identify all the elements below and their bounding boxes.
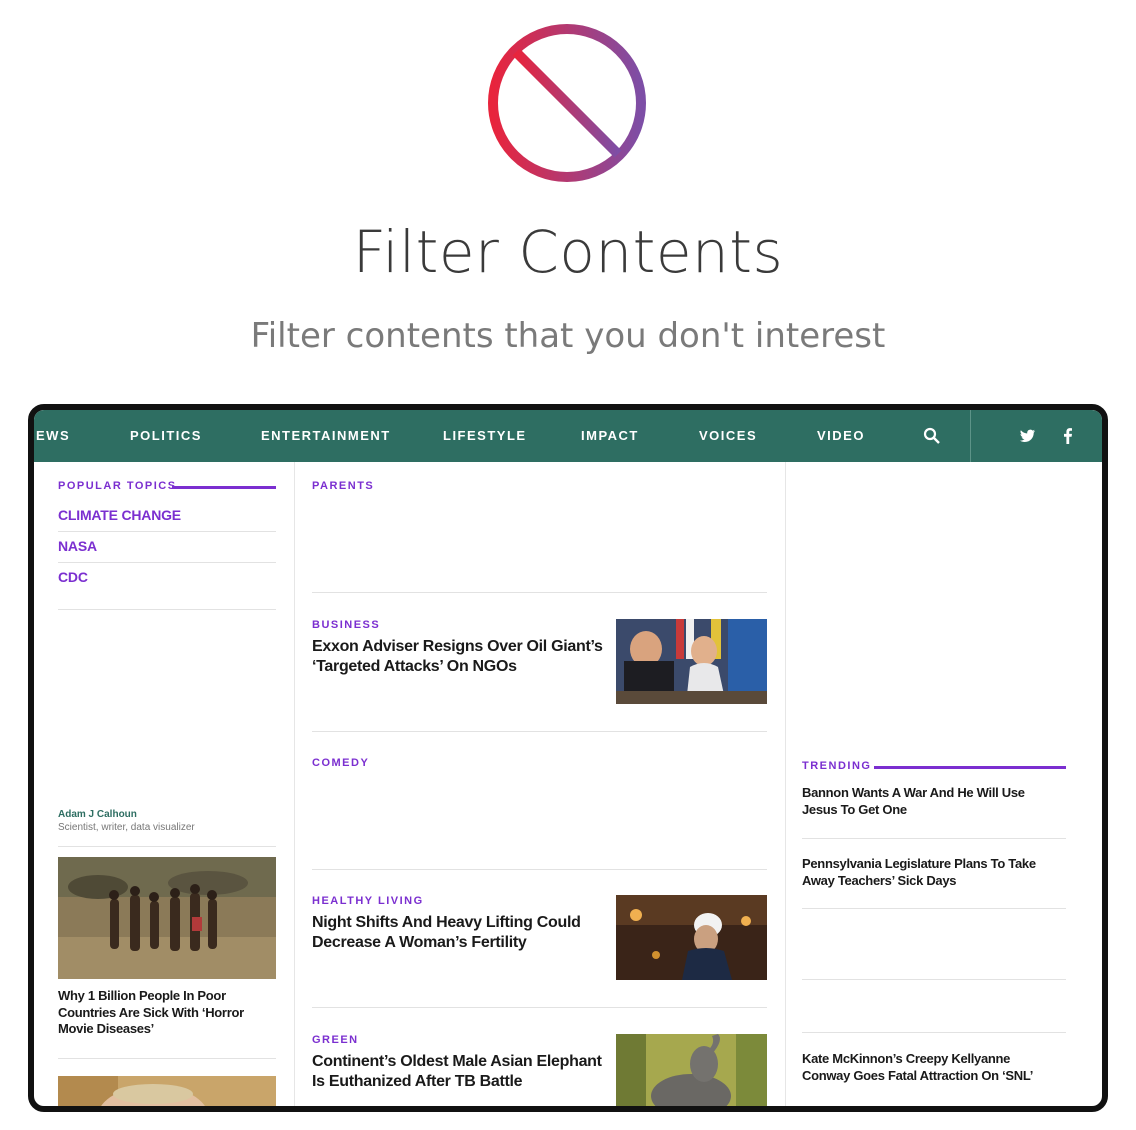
nav-item-video[interactable]: VIDEO bbox=[817, 410, 865, 462]
divider bbox=[312, 592, 767, 593]
healthy-story-image[interactable] bbox=[616, 895, 767, 980]
popular-topics-label: POPULAR TOPICS bbox=[58, 480, 177, 492]
author-name[interactable]: Adam J Calhoun bbox=[58, 809, 137, 820]
story-image-children[interactable] bbox=[58, 857, 276, 979]
divider bbox=[58, 846, 276, 847]
nav-item-entertainment[interactable]: ENTERTAINMENT bbox=[261, 410, 391, 462]
topic-link-nasa[interactable]: NASA bbox=[58, 538, 97, 554]
facebook-icon[interactable] bbox=[1058, 426, 1078, 446]
parents-label[interactable]: PARENTS bbox=[312, 480, 374, 492]
divider bbox=[58, 562, 276, 563]
story-image-portrait[interactable] bbox=[58, 1076, 276, 1106]
story-headline[interactable]: Why 1 Billion People In Poor Countries A… bbox=[58, 988, 268, 1038]
green-story-image[interactable] bbox=[616, 1034, 767, 1106]
trending-label: TRENDING bbox=[802, 760, 872, 772]
trending-item[interactable]: Bannon Wants A War And He Will Use Jesus… bbox=[802, 785, 1052, 818]
divider bbox=[802, 838, 1066, 839]
trending-item[interactable]: Kate McKinnon’s Creepy Kellyanne Conway … bbox=[802, 1051, 1052, 1084]
business-story-image[interactable] bbox=[616, 619, 767, 704]
author-bio: Scientist, writer, data visualizer bbox=[58, 822, 195, 833]
topic-link-cdc[interactable]: CDC bbox=[58, 569, 88, 585]
nav-item-impact[interactable]: IMPACT bbox=[581, 410, 639, 462]
green-headline[interactable]: Continent’s Oldest Male Asian Elephant I… bbox=[312, 1052, 612, 1093]
divider bbox=[802, 908, 1066, 909]
divider bbox=[802, 1032, 1066, 1033]
healthy-living-headline[interactable]: Night Shifts And Heavy Lifting Could Dec… bbox=[312, 913, 612, 954]
label-underline bbox=[874, 766, 1066, 769]
twitter-icon[interactable] bbox=[1017, 426, 1037, 446]
healthy-living-label[interactable]: HEALTHY LIVING bbox=[312, 895, 424, 907]
label-underline bbox=[172, 486, 276, 489]
divider bbox=[312, 869, 767, 870]
divider bbox=[312, 731, 767, 732]
divider bbox=[312, 1007, 767, 1008]
search-icon[interactable] bbox=[922, 426, 942, 446]
green-label[interactable]: GREEN bbox=[312, 1034, 359, 1046]
topic-link-climate-change[interactable]: CLIMATE CHANGE bbox=[58, 507, 181, 523]
business-headline[interactable]: Exxon Adviser Resigns Over Oil Giant’s ‘… bbox=[312, 637, 612, 678]
page-title: Filter Contents bbox=[352, 218, 784, 286]
divider bbox=[802, 979, 1066, 980]
website-preview: EWS POLITICS ENTERTAINMENT LIFESTYLE IMP… bbox=[28, 404, 1108, 1112]
comedy-label[interactable]: COMEDY bbox=[312, 757, 369, 769]
nav-item-voices[interactable]: VOICES bbox=[699, 410, 757, 462]
divider bbox=[58, 1058, 276, 1059]
nav-item-news[interactable]: EWS bbox=[36, 410, 70, 462]
business-label[interactable]: BUSINESS bbox=[312, 619, 380, 631]
divider bbox=[58, 531, 276, 532]
nav-divider bbox=[970, 410, 971, 462]
column-divider bbox=[785, 462, 786, 1106]
divider bbox=[58, 609, 276, 610]
prohibited-icon bbox=[486, 22, 648, 184]
nav-item-politics[interactable]: POLITICS bbox=[130, 410, 202, 462]
trending-item[interactable]: Pennsylvania Legislature Plans To Take A… bbox=[802, 856, 1052, 889]
column-divider bbox=[294, 462, 295, 1106]
top-nav: EWS POLITICS ENTERTAINMENT LIFESTYLE IMP… bbox=[34, 410, 1102, 462]
page-subtitle: Filter contents that you don't interest bbox=[250, 316, 886, 356]
nav-item-lifestyle[interactable]: LIFESTYLE bbox=[443, 410, 527, 462]
